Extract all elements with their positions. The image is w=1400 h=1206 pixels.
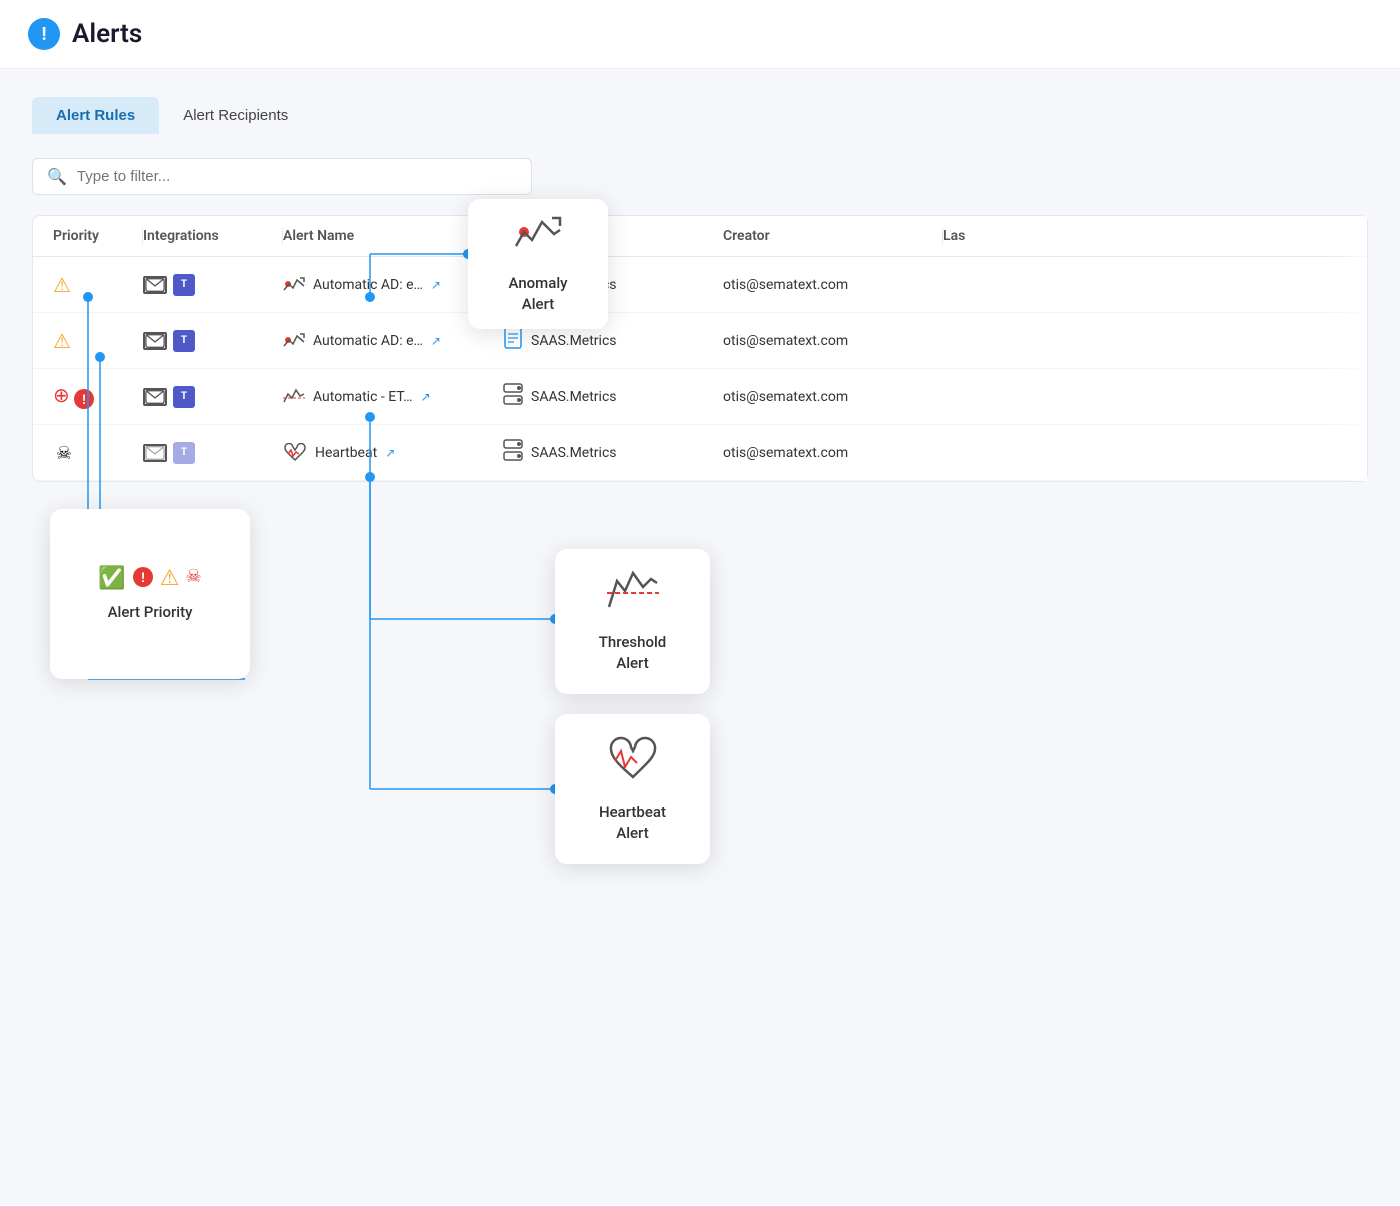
integrations-cell: T [143, 442, 283, 464]
app-cell: SAAS.Metrics [503, 383, 723, 410]
col-header-priority: Priority [53, 228, 143, 244]
creator-cell: otis@sematext.com [723, 333, 943, 349]
app-cell: SAAS.Metrics [503, 439, 723, 466]
teams-integration-icon: T [173, 274, 195, 296]
threshold-alert-icon [283, 388, 305, 406]
table-row: ☠ T Heartbeat ↗ [33, 425, 1367, 481]
priority-cell: ⚠ [53, 273, 143, 297]
table-row: ⚠ T Automatic AD: e… ↗ [33, 313, 1367, 369]
anomaly-alert-icon [283, 332, 305, 350]
svg-text:!: ! [82, 393, 86, 408]
priority-cell: ⚠ [53, 329, 143, 353]
external-link-icon[interactable]: ↗ [421, 390, 431, 404]
svg-text:☠: ☠ [56, 443, 72, 464]
search-input[interactable] [77, 168, 517, 185]
alert-priority-label: Alert Priority [108, 602, 193, 623]
col-header-creator: Creator [723, 228, 943, 244]
priority-critical-icon: ⊕ [53, 383, 70, 407]
anomaly-alert-popup: AnomalyAlert [468, 199, 608, 329]
app-name-text: SAAS.Metrics [531, 445, 617, 461]
integrations-cell: T [143, 274, 283, 296]
app-name-text: SAAS.Metrics [531, 333, 617, 349]
col-header-last: Las [943, 228, 1347, 244]
external-link-icon[interactable]: ↗ [385, 446, 395, 460]
integrations-cell: T [143, 386, 283, 408]
heartbeat-alert-popup: HeartbeatAlert [555, 714, 710, 864]
threshold-alert-popup: ThresholdAlert [555, 549, 710, 694]
heartbeat-icon [607, 735, 659, 792]
threshold-icon [607, 569, 659, 622]
heartbeat-alert-icon-row [283, 443, 307, 463]
external-link-icon[interactable]: ↗ [431, 278, 441, 292]
app-header: ! Alerts [0, 0, 1400, 69]
priority-skull-icon: ☠ [53, 442, 75, 464]
tab-bar: Alert Rules Alert Recipients [32, 97, 1368, 134]
alertname-cell: Automatic AD: e… ↗ [283, 332, 503, 350]
app-cell: SAAS.Metrics [503, 327, 723, 354]
alert-name-text: Automatic AD: e… [313, 277, 423, 293]
svg-text:!: ! [141, 571, 145, 586]
col-header-integrations: Integrations [143, 228, 283, 244]
priority-cell: ☠ [53, 442, 143, 464]
priority-warning-icon: ⚠ [53, 273, 71, 297]
priority-warning-icon: ⚠ [53, 329, 71, 353]
alert-name-text: Heartbeat [315, 445, 377, 461]
priority-error-icon: ! [73, 388, 95, 410]
tab-alert-recipients[interactable]: Alert Recipients [159, 97, 312, 134]
teams-integration-icon: T [173, 386, 195, 408]
anomaly-icon [514, 214, 562, 263]
search-bar: 🔍 [32, 158, 532, 195]
anomaly-alert-label: AnomalyAlert [509, 273, 568, 315]
threshold-alert-label: ThresholdAlert [599, 632, 667, 674]
table-header-row: Priority Integrations Alert Name Creator… [33, 216, 1367, 257]
priority-warning-icon: ⚠ [160, 566, 180, 594]
app-name-text: SAAS.Metrics [531, 389, 617, 405]
main-content: Alert Rules Alert Recipients 🔍 Priority … [0, 69, 1400, 1205]
alerts-icon: ! [28, 18, 60, 50]
email-integration-icon [143, 332, 167, 350]
external-link-icon[interactable]: ↗ [431, 334, 441, 348]
teams-integration-icon: T [173, 442, 195, 464]
alertname-cell: Automatic - ET… ↗ [283, 388, 503, 406]
app-server-icon [503, 439, 523, 466]
page-title: Alerts [72, 19, 142, 49]
alert-priority-popup: ✅ ! ⚠ ☠ Alert Priority [50, 509, 250, 679]
table-row: ⚠ T Automatic AD: e… ↗ [33, 257, 1367, 313]
priority-skull-icon: ☠ [186, 566, 202, 594]
email-integration-icon [143, 388, 167, 406]
email-integration-icon [143, 276, 167, 294]
priority-cell: ⊕ ! [53, 383, 143, 409]
heartbeat-alert-label: HeartbeatAlert [599, 802, 666, 844]
creator-cell: otis@sematext.com [723, 445, 943, 461]
alert-name-text: Automatic - ET… [313, 389, 413, 405]
email-integration-icon [143, 444, 167, 462]
teams-integration-icon: T [173, 330, 195, 352]
creator-cell: otis@sematext.com [723, 389, 943, 405]
app-server-icon [503, 383, 523, 410]
tab-alert-rules[interactable]: Alert Rules [32, 97, 159, 134]
alerts-table: Priority Integrations Alert Name Creator… [32, 215, 1368, 482]
alert-name-text: Automatic AD: e… [313, 333, 423, 349]
priority-ok-icon: ✅ [98, 566, 125, 594]
alertname-cell: Heartbeat ↗ [283, 443, 503, 463]
table-row: ⊕ ! T Automatic - ET… ↗ [33, 369, 1367, 425]
search-icon: 🔍 [47, 167, 67, 186]
anomaly-alert-icon [283, 276, 305, 294]
priority-icons: ✅ ! ⚠ ☠ [98, 566, 201, 594]
app-doc-icon [503, 327, 523, 354]
priority-critical-icon: ! [132, 566, 154, 594]
creator-cell: otis@sematext.com [723, 277, 943, 293]
integrations-cell: T [143, 330, 283, 352]
